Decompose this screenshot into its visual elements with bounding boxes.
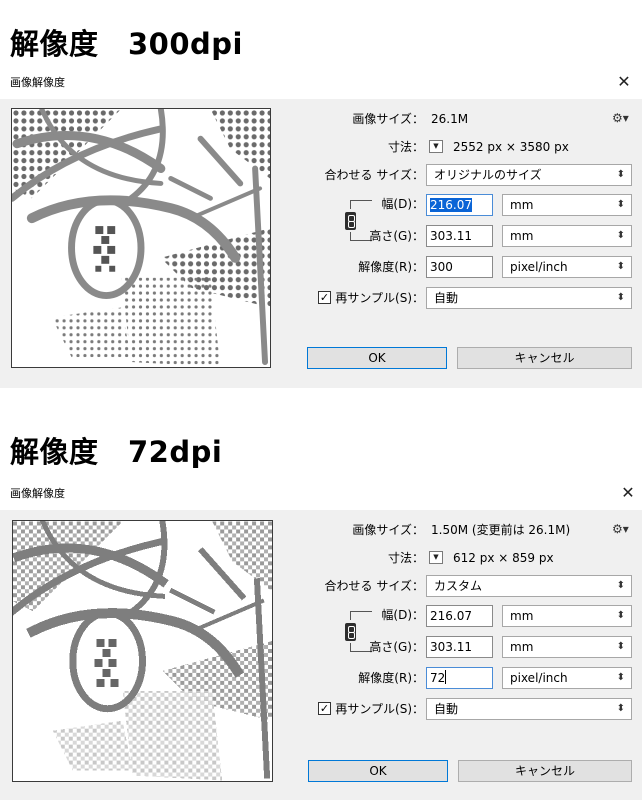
chevron-down-icon[interactable]: ▼ (429, 551, 443, 564)
resolution-input[interactable]: 72 (426, 667, 493, 689)
width-input[interactable]: 216.07 (426, 194, 493, 216)
height-unit-select[interactable]: mm ⬍ (502, 225, 632, 247)
height-label: 高さ(G)： (369, 640, 424, 654)
image-size-dialog-300dpi: 画像サイズ： 26.1M ⚙▾ 寸法： ▼ 2552 px × 3580 px … (0, 99, 642, 388)
image-size-value: 26.1M (431, 112, 469, 126)
cancel-button[interactable]: キャンセル (458, 760, 632, 782)
chevron-down-icon: ⬍ (616, 641, 625, 652)
dialog-title: 画像解像度 (10, 76, 65, 89)
resolution-unit-select[interactable]: pixel/inch ⬍ (502, 256, 632, 278)
height-unit: mm (510, 640, 534, 654)
resolution-unit-select[interactable]: pixel/inch ⬍ (502, 667, 632, 689)
resample-select[interactable]: 自動 ⬍ (426, 698, 632, 720)
fit-to-select[interactable]: オリジナルのサイズ ⬍ (426, 164, 632, 186)
resample-checkbox[interactable]: ✓ (318, 291, 331, 304)
gear-icon[interactable]: ⚙▾ (612, 111, 629, 125)
gear-icon[interactable]: ⚙▾ (612, 522, 629, 536)
width-unit-select[interactable]: mm ⬍ (502, 194, 632, 216)
chevron-down-icon: ⬍ (616, 292, 625, 303)
height-value: 303.11 (430, 229, 472, 243)
resolution-label: 解像度(R)： (358, 260, 424, 274)
chevron-down-icon: ⬍ (616, 199, 625, 210)
height-unit: mm (510, 229, 534, 243)
image-preview[interactable] (11, 108, 271, 368)
width-unit-select[interactable]: mm ⬍ (502, 605, 632, 627)
fit-to-select[interactable]: カスタム ⬍ (426, 575, 632, 597)
fit-to-label: 合わせる サイズ： (324, 168, 424, 182)
ok-button[interactable]: OK (308, 760, 448, 782)
resample-label: 再サンプル(S)： (335, 291, 424, 305)
resample-label: 再サンプル(S)： (335, 702, 424, 716)
resolution-label: 解像度(R)： (358, 671, 424, 685)
chevron-down-icon: ⬍ (616, 703, 625, 714)
chevron-down-icon: ⬍ (616, 672, 625, 683)
width-label: 幅(D)： (381, 608, 424, 622)
resample-value: 自動 (434, 702, 459, 716)
width-value: 216.07 (430, 609, 472, 623)
height-input[interactable]: 303.11 (426, 636, 493, 658)
image-size-label: 画像サイズ： (352, 112, 424, 126)
fit-to-label: 合わせる サイズ： (324, 579, 424, 593)
close-icon[interactable]: ✕ (620, 485, 636, 501)
resample-select[interactable]: 自動 ⬍ (426, 287, 632, 309)
width-value: 216.07 (430, 198, 472, 212)
height-unit-select[interactable]: mm ⬍ (502, 636, 632, 658)
close-icon[interactable]: ✕ (616, 74, 632, 90)
image-size-dialog-72dpi: 画像サイズ： 1.50M (変更前は 26.1M) ⚙▾ 寸法： ▼ 612 p… (0, 510, 642, 800)
resolution-value: 72 (430, 671, 446, 685)
fit-to-value: カスタム (434, 579, 483, 593)
dimensions-label: 寸法： (387, 140, 424, 154)
chevron-down-icon: ⬍ (616, 230, 625, 241)
resolution-unit: pixel/inch (510, 671, 568, 685)
manga-eye-preview-image (12, 109, 270, 367)
width-label: 幅(D)： (381, 197, 424, 211)
heading-72dpi: 解像度 72dpi (10, 435, 223, 469)
chevron-down-icon[interactable]: ▼ (429, 140, 443, 153)
dimensions-value: 612 px × 859 px (453, 551, 554, 565)
dimensions-label: 寸法： (387, 551, 424, 565)
fit-to-value: オリジナルのサイズ (434, 168, 542, 182)
height-label: 高さ(G)： (369, 229, 424, 243)
height-value: 303.11 (430, 640, 472, 654)
width-unit: mm (510, 198, 534, 212)
manga-eye-preview-image-pixelated (13, 521, 272, 781)
dimensions-value: 2552 px × 3580 px (453, 140, 569, 154)
resample-value: 自動 (434, 291, 459, 305)
cancel-button[interactable]: キャンセル (457, 347, 632, 369)
image-preview[interactable] (12, 520, 273, 782)
resolution-value: 300 (430, 260, 453, 274)
ok-button[interactable]: OK (307, 347, 447, 369)
resolution-unit: pixel/inch (510, 260, 568, 274)
width-input[interactable]: 216.07 (426, 605, 493, 627)
resolution-input[interactable]: 300 (426, 256, 493, 278)
text-caret (445, 670, 447, 684)
width-unit: mm (510, 609, 534, 623)
resample-checkbox[interactable]: ✓ (318, 702, 331, 715)
dialog-title: 画像解像度 (10, 487, 65, 500)
image-size-label: 画像サイズ： (352, 523, 424, 537)
chevron-down-icon: ⬍ (616, 580, 625, 591)
chevron-down-icon: ⬍ (616, 610, 625, 621)
heading-300dpi: 解像度 300dpi (10, 27, 243, 61)
chevron-down-icon: ⬍ (616, 261, 625, 272)
image-size-value: 1.50M (変更前は 26.1M) (431, 523, 571, 537)
height-input[interactable]: 303.11 (426, 225, 493, 247)
chevron-down-icon: ⬍ (616, 169, 625, 180)
